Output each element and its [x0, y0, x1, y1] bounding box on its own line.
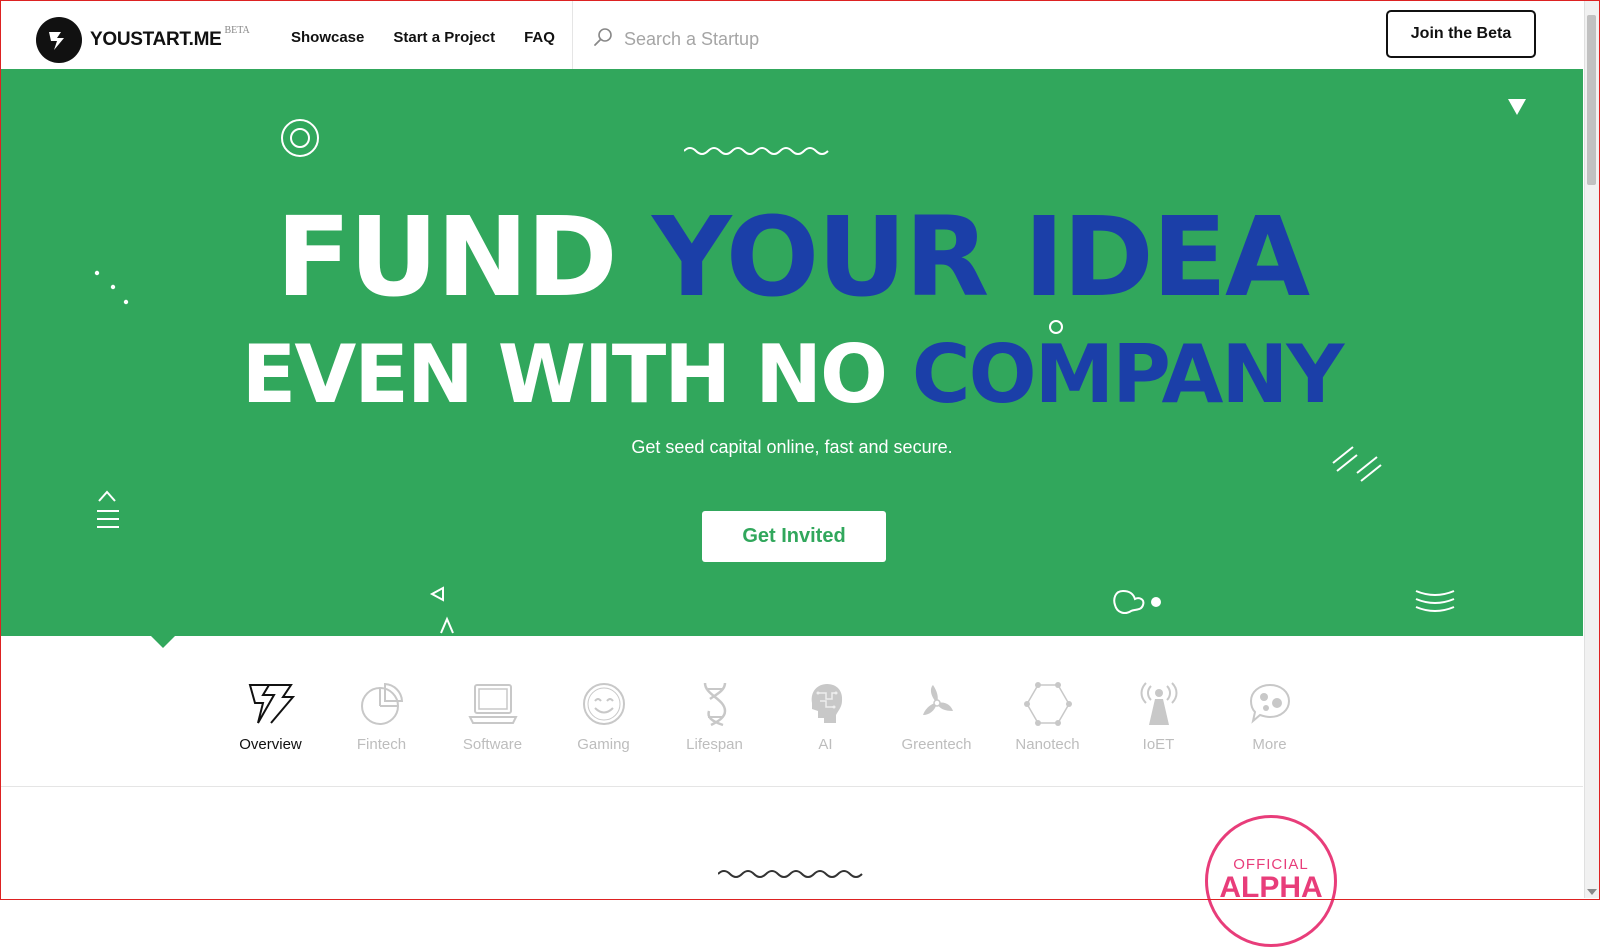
nav-divider	[572, 1, 573, 69]
triangle-down-decoration-icon	[1508, 99, 1526, 115]
category-label: IoET	[1142, 736, 1175, 753]
dna-icon	[697, 680, 733, 728]
headline-even-with-no: EVEN WITH NO	[241, 328, 888, 421]
nav-faq[interactable]: FAQ	[524, 29, 555, 46]
search-bar	[593, 27, 926, 52]
curved-lines-decoration-icon	[1415, 590, 1455, 612]
hero-headline-line1: FUND YOUR IDEA	[1, 202, 1583, 312]
category-software[interactable]: Software	[437, 680, 548, 753]
category-nanotech[interactable]: Nanotech	[992, 680, 1103, 753]
brand-name: YOUSTART.ME	[90, 29, 222, 50]
windmill-icon	[917, 680, 957, 728]
category-label: Greentech	[901, 736, 972, 753]
laptop-icon	[467, 680, 518, 728]
official-alpha-badge: OFFICIAL ALPHA	[1205, 815, 1337, 947]
get-invited-button[interactable]: Get Invited	[702, 511, 886, 562]
headline-fund: FUND	[275, 193, 618, 321]
join-beta-button[interactable]: Join the Beta	[1386, 10, 1536, 58]
blob-dot-decoration-icon	[1113, 589, 1161, 614]
scrollbar-thumb[interactable]	[1587, 15, 1596, 185]
active-tab-notch	[151, 636, 175, 648]
category-overview[interactable]: Overview	[215, 680, 326, 753]
hero-subtitle: Get seed capital online, fast and secure…	[631, 437, 953, 457]
hexagon-network-icon	[1023, 680, 1072, 728]
bolt-icon	[247, 680, 295, 728]
category-more[interactable]: More	[1214, 680, 1325, 753]
category-gaming[interactable]: Gaming	[548, 680, 659, 753]
antenna-icon	[1139, 680, 1179, 728]
top-header: YOUSTART.ME BETA Showcase Start a Projec…	[1, 1, 1583, 70]
logo[interactable]: YOUSTART.ME BETA	[36, 17, 250, 63]
category-label: Fintech	[356, 736, 407, 753]
lightning-logo-icon	[36, 17, 82, 63]
search-icon[interactable]	[593, 27, 613, 52]
wave-decoration-icon	[684, 147, 829, 155]
page-scrollbar[interactable]	[1584, 1, 1599, 898]
search-input[interactable]	[622, 28, 926, 51]
smiley-icon	[581, 680, 627, 728]
category-label: Overview	[239, 736, 302, 753]
category-ai[interactable]: AI	[770, 680, 881, 753]
category-label: Nanotech	[1015, 736, 1080, 753]
main-nav: Showcase Start a Project FAQ	[291, 29, 584, 46]
category-tabs: Overview Fintech Software Gaming Lifespa…	[215, 680, 1325, 753]
category-label: More	[1252, 736, 1287, 753]
concentric-circle-decoration-icon	[281, 119, 319, 157]
beta-badge: BETA	[224, 24, 250, 36]
arrow-lines-decoration-icon	[97, 490, 119, 528]
category-label: Lifespan	[686, 736, 743, 753]
triangle-left-decoration-icon	[429, 586, 444, 602]
category-fintech[interactable]: Fintech	[326, 680, 437, 753]
triangle-up-decoration-icon	[440, 616, 454, 634]
category-label: AI	[818, 736, 833, 753]
category-lifespan[interactable]: Lifespan	[659, 680, 770, 753]
category-greentech[interactable]: Greentech	[881, 680, 992, 753]
category-label: Software	[462, 736, 523, 753]
chat-bubble-icon	[1247, 680, 1293, 728]
category-ioet[interactable]: IoET	[1103, 680, 1214, 753]
brain-head-icon	[806, 680, 846, 728]
headline-your-idea: YOUR IDEA	[652, 193, 1310, 321]
nav-showcase[interactable]: Showcase	[291, 29, 364, 46]
scroll-down-arrow-icon[interactable]	[1587, 889, 1597, 895]
pie-chart-icon	[359, 680, 405, 728]
hero-section: FUND YOUR IDEA EVEN WITH NO COMPANY Get …	[1, 69, 1583, 636]
headline-company: COMPANY	[911, 328, 1344, 421]
section-divider	[1, 786, 1583, 787]
nav-start-project[interactable]: Start a Project	[393, 29, 495, 46]
wave-decoration-icon	[718, 870, 863, 878]
hero-headline-line2: EVEN WITH NO COMPANY	[1, 335, 1583, 415]
category-label: Gaming	[577, 736, 630, 753]
